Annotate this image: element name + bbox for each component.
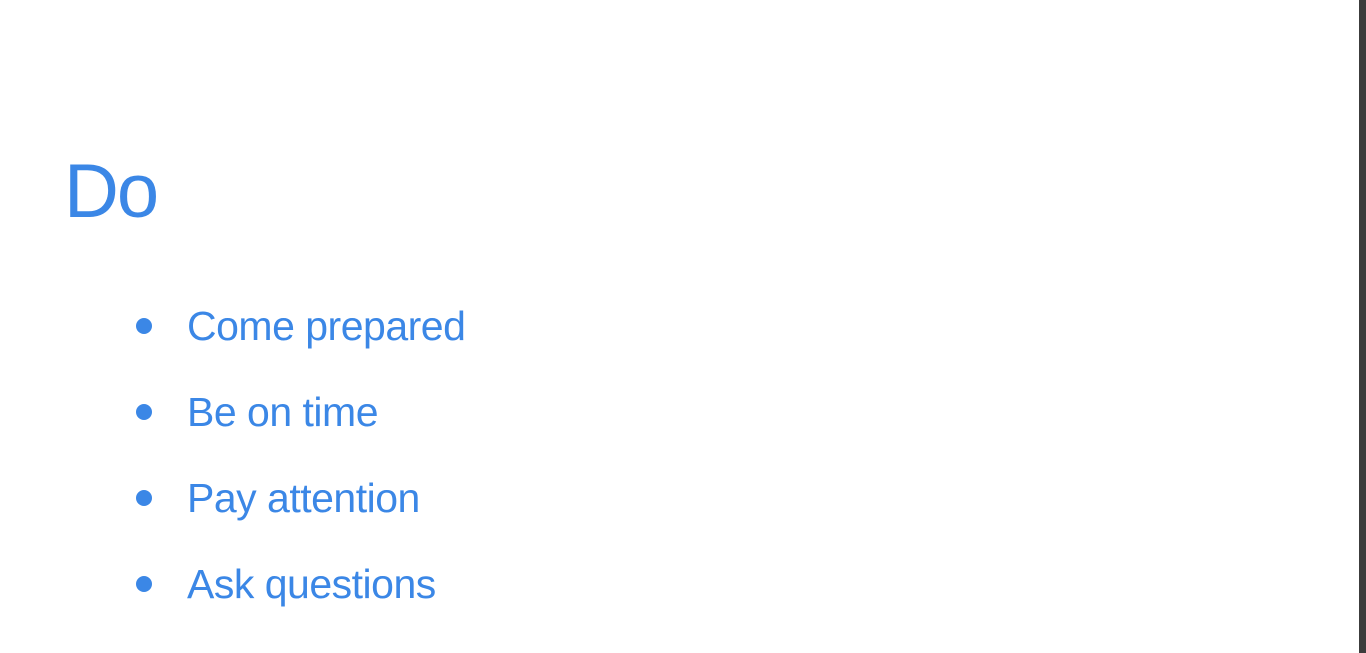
bullet-dot-icon bbox=[136, 318, 152, 334]
bullet-text: Ask questions bbox=[187, 561, 436, 607]
bullet-dot-icon bbox=[136, 404, 152, 420]
window-edge bbox=[1359, 0, 1366, 653]
list-item: Come prepared bbox=[136, 298, 736, 354]
bullet-text: Pay attention bbox=[187, 475, 420, 521]
list-item: Pay attention bbox=[136, 470, 736, 526]
slide-canvas: Do Come prepared Be on time Pay attentio… bbox=[0, 0, 1359, 653]
list-item: Be on time bbox=[136, 384, 736, 440]
list-item: Ask questions bbox=[136, 556, 736, 612]
bullet-dot-icon bbox=[136, 490, 152, 506]
bullet-text: Be on time bbox=[187, 389, 379, 435]
bullet-text: Come prepared bbox=[187, 303, 466, 349]
slide-title: Do bbox=[64, 149, 159, 234]
bullet-dot-icon bbox=[136, 576, 152, 592]
